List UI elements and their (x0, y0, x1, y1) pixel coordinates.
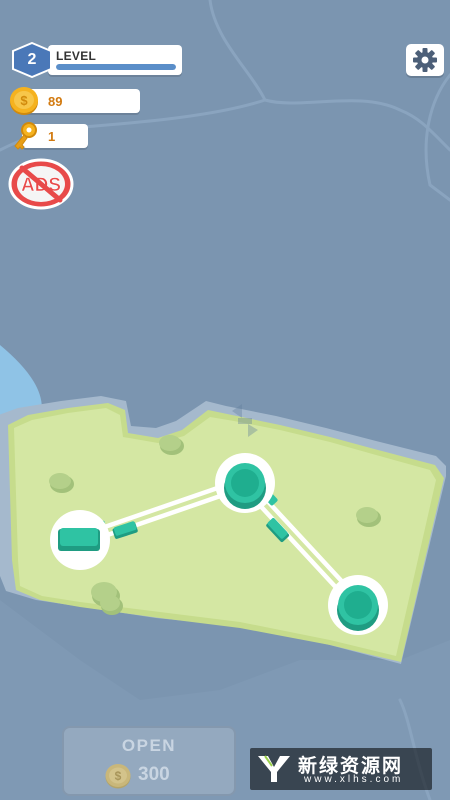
open-button-price: 300 (138, 764, 170, 785)
svg-text:$: $ (20, 93, 28, 108)
level-label: LEVEL (56, 49, 97, 63)
no-ads-button[interactable]: ADS (8, 158, 74, 210)
keys-value: 1 (48, 129, 56, 144)
level-badge: 2 (10, 41, 54, 79)
dollar-coin-icon: $ (8, 86, 40, 116)
watermark: 新绿资源网 www.xlhs.com (250, 748, 432, 790)
level-progress-fill (56, 64, 176, 70)
node-left[interactable] (50, 510, 110, 570)
watermark-url: www.xlhs.com (304, 774, 404, 785)
node-top[interactable] (215, 453, 275, 513)
open-button-label: OPEN (121, 736, 177, 755)
game-map (0, 0, 450, 800)
level-number: 2 (27, 51, 37, 68)
dollar-coin-icon: $ (105, 764, 131, 789)
open-button[interactable]: OPEN $ 300 (62, 726, 236, 796)
node-right[interactable] (328, 575, 388, 635)
level-panel: LEVEL (48, 45, 182, 75)
key-icon (10, 120, 40, 152)
watermark-logo-icon (258, 755, 290, 782)
gear-icon (413, 48, 437, 72)
level-progress-bar (56, 64, 176, 70)
no-ads-icon: ADS (8, 158, 74, 210)
coins-value: 89 (48, 94, 63, 109)
settings-button[interactable] (406, 44, 444, 76)
open-coin-symbol: $ (115, 769, 122, 783)
